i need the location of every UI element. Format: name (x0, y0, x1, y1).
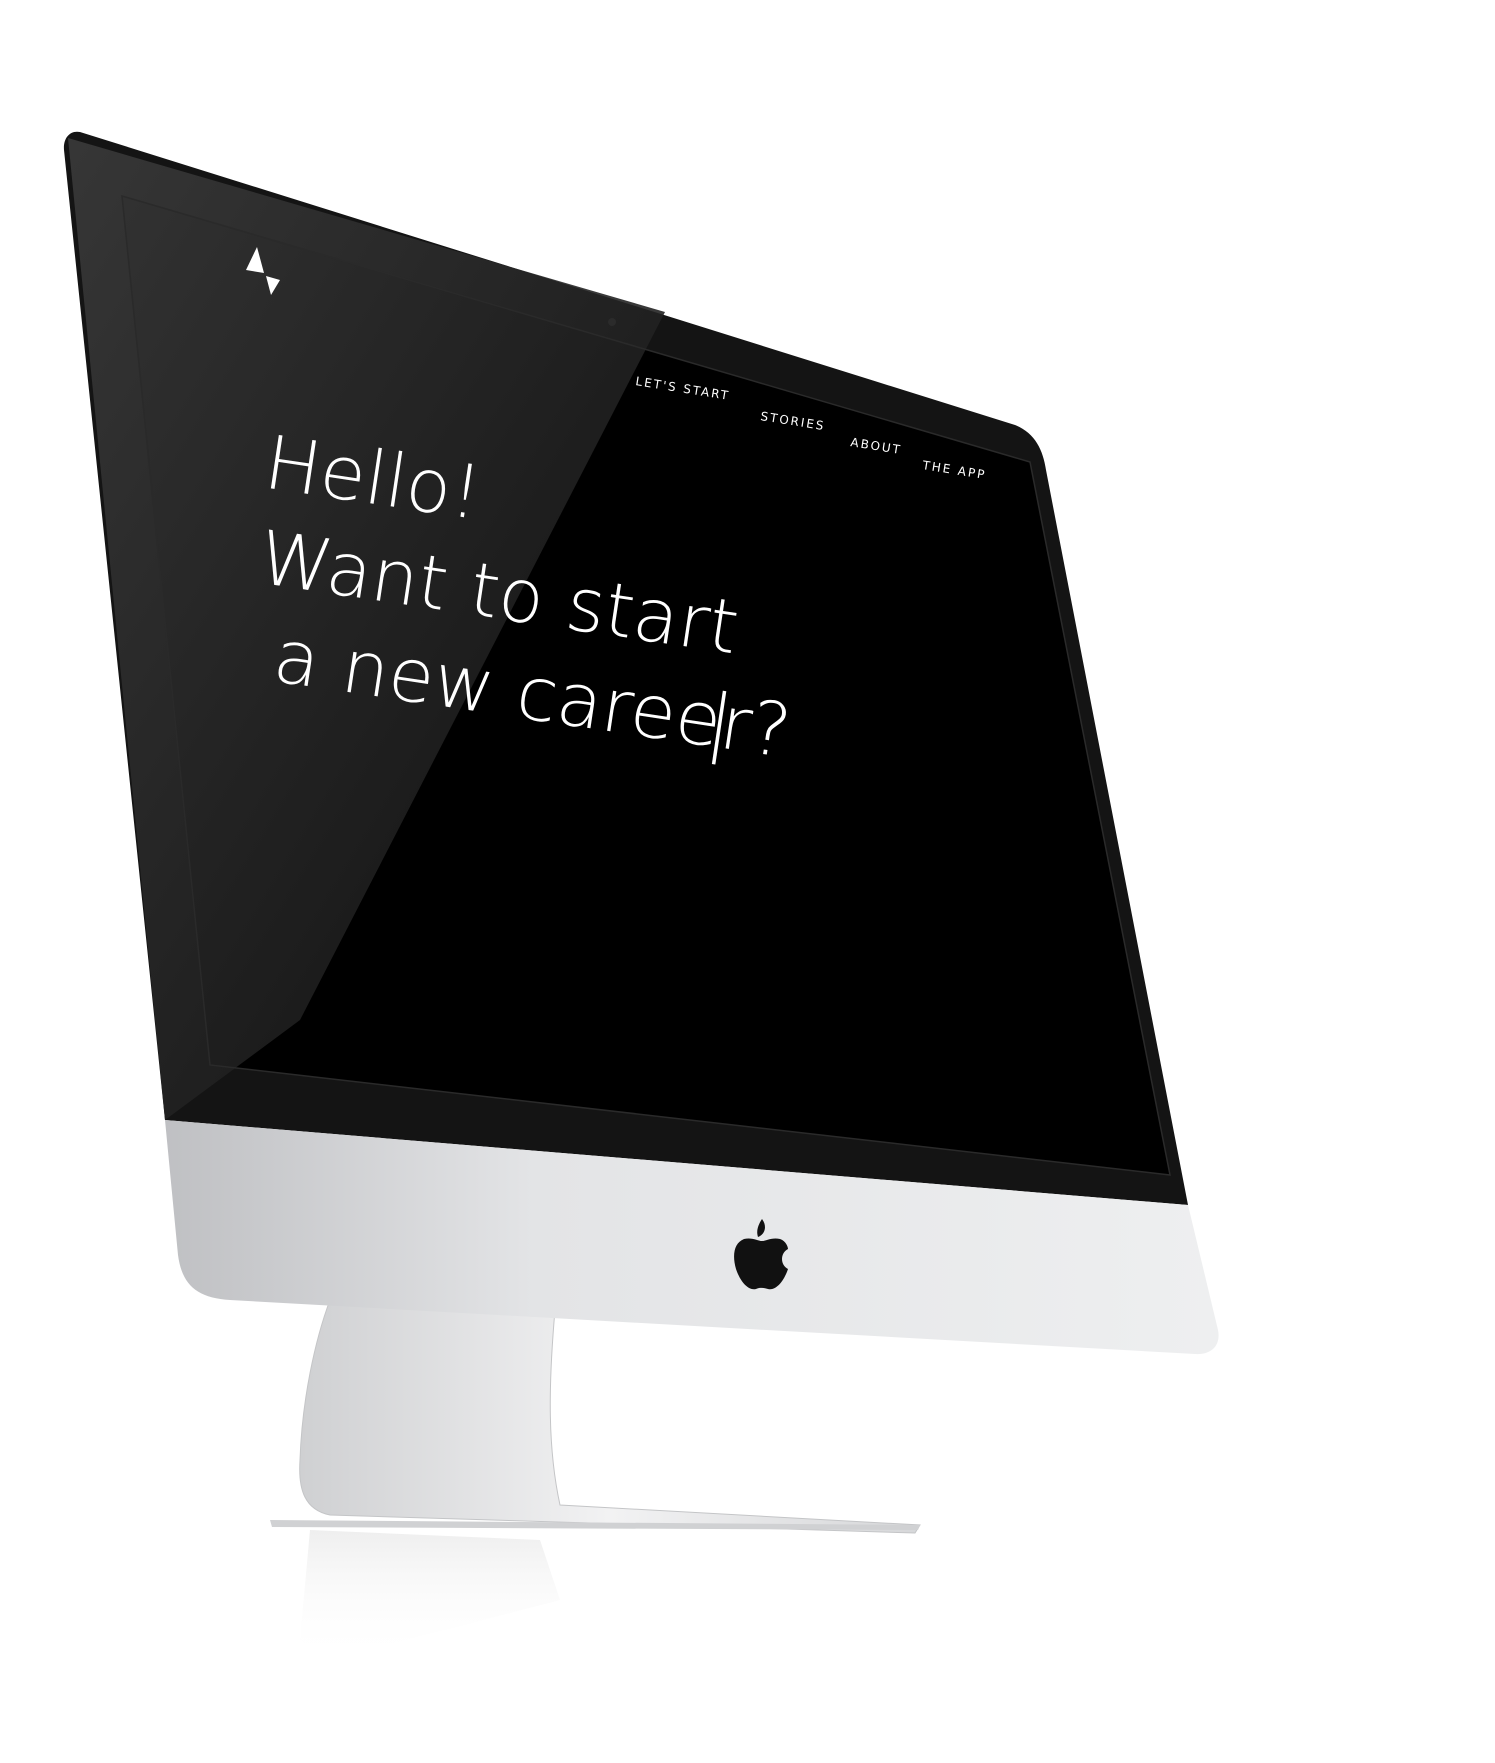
monitor-stand (299, 1299, 921, 1534)
camera-icon (608, 318, 616, 326)
device-mockup-scene: LET'S START STORIES ABOUT THE APP Hello!… (0, 0, 1495, 1763)
stand-reflection (300, 1530, 560, 1660)
imac-mockup: LET'S START STORIES ABOUT THE APP Hello!… (63, 131, 1219, 1660)
